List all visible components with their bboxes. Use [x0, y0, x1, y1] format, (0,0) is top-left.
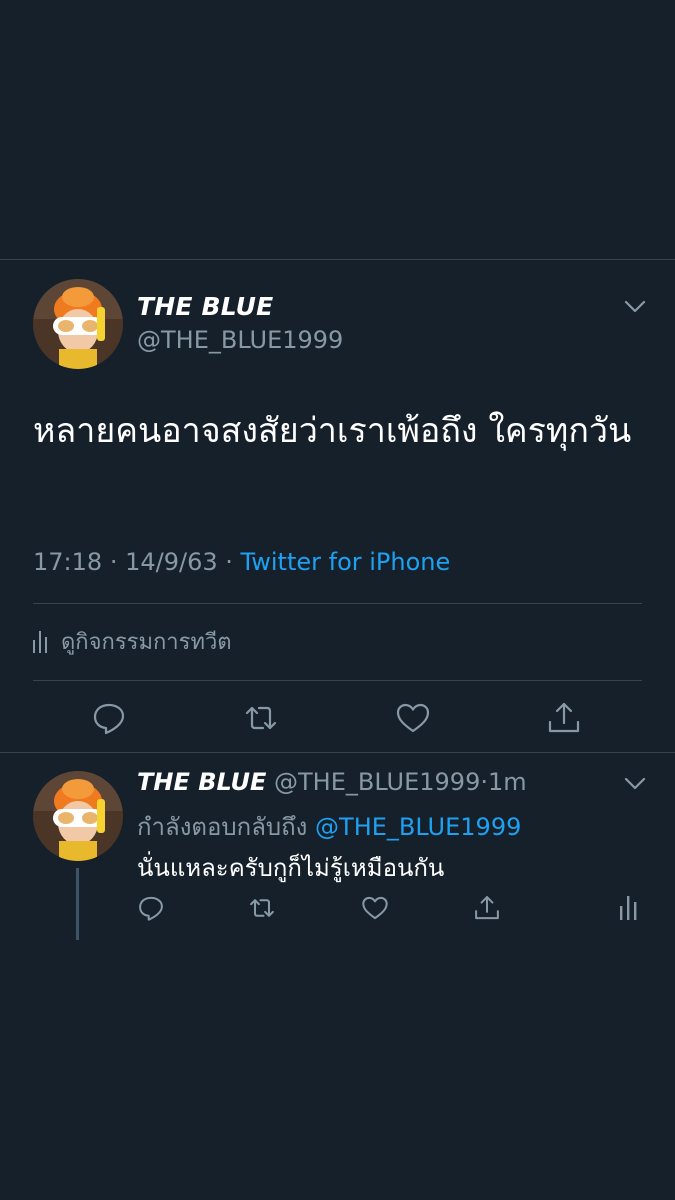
divider — [0, 752, 675, 753]
tweet-activity-label: ดูกิจกรรมการทวีต — [61, 630, 232, 655]
tweet-text: หลายคนอาจสงสัยว่าเราเพ้อถึง ใครทุกวัน — [33, 411, 632, 451]
analytics-icon[interactable] — [614, 894, 642, 922]
chevron-down-icon[interactable] — [624, 300, 646, 314]
display-name[interactable]: THE BLUE — [137, 292, 273, 321]
replying-to: กำลังตอบกลับถึง @THE_BLUE1999 — [137, 807, 521, 846]
retweet-icon[interactable] — [248, 894, 276, 922]
tweet-source-link[interactable]: Twitter for iPhone — [241, 548, 451, 576]
user-handle[interactable]: @THE_BLUE1999 — [137, 326, 343, 354]
avatar[interactable] — [33, 279, 123, 369]
top-divider — [0, 259, 675, 260]
chevron-down-icon[interactable] — [624, 777, 646, 791]
tweet-time: 17:18 — [33, 548, 103, 576]
analytics-icon — [33, 630, 47, 653]
share-icon[interactable] — [546, 700, 582, 736]
meta-separator: · — [225, 548, 233, 576]
reply-header: THE BLUE @THE_BLUE1999·1m — [137, 768, 527, 796]
divider — [33, 603, 642, 604]
tweet-date: 14/9/63 — [125, 548, 218, 576]
tweet-activity-link[interactable]: ดูกิจกรรมการทวีต — [33, 624, 232, 659]
meta-separator: · — [109, 548, 118, 576]
tweet-age: 1m — [487, 768, 527, 796]
like-icon[interactable] — [361, 894, 389, 922]
mention-link[interactable]: @THE_BLUE1999 — [315, 813, 521, 841]
thread-line — [76, 868, 79, 940]
retweet-icon[interactable] — [243, 700, 279, 736]
avatar[interactable] — [33, 771, 123, 861]
reply-icon[interactable] — [137, 894, 165, 922]
reply-icon[interactable] — [91, 700, 127, 736]
user-handle[interactable]: @THE_BLUE1999 — [274, 768, 480, 796]
divider — [33, 680, 642, 681]
replying-label: กำลังตอบกลับถึง — [137, 813, 308, 841]
tweet-meta: 17:18 · 14/9/63 · Twitter for iPhone — [33, 548, 450, 576]
like-icon[interactable] — [395, 700, 431, 736]
share-icon[interactable] — [473, 894, 501, 922]
header-separator: · — [480, 768, 488, 796]
reply-text: นั่นแหละครับกูก็ไม่รู้เหมือนกัน — [137, 854, 445, 882]
display-name[interactable]: THE BLUE — [137, 768, 266, 796]
